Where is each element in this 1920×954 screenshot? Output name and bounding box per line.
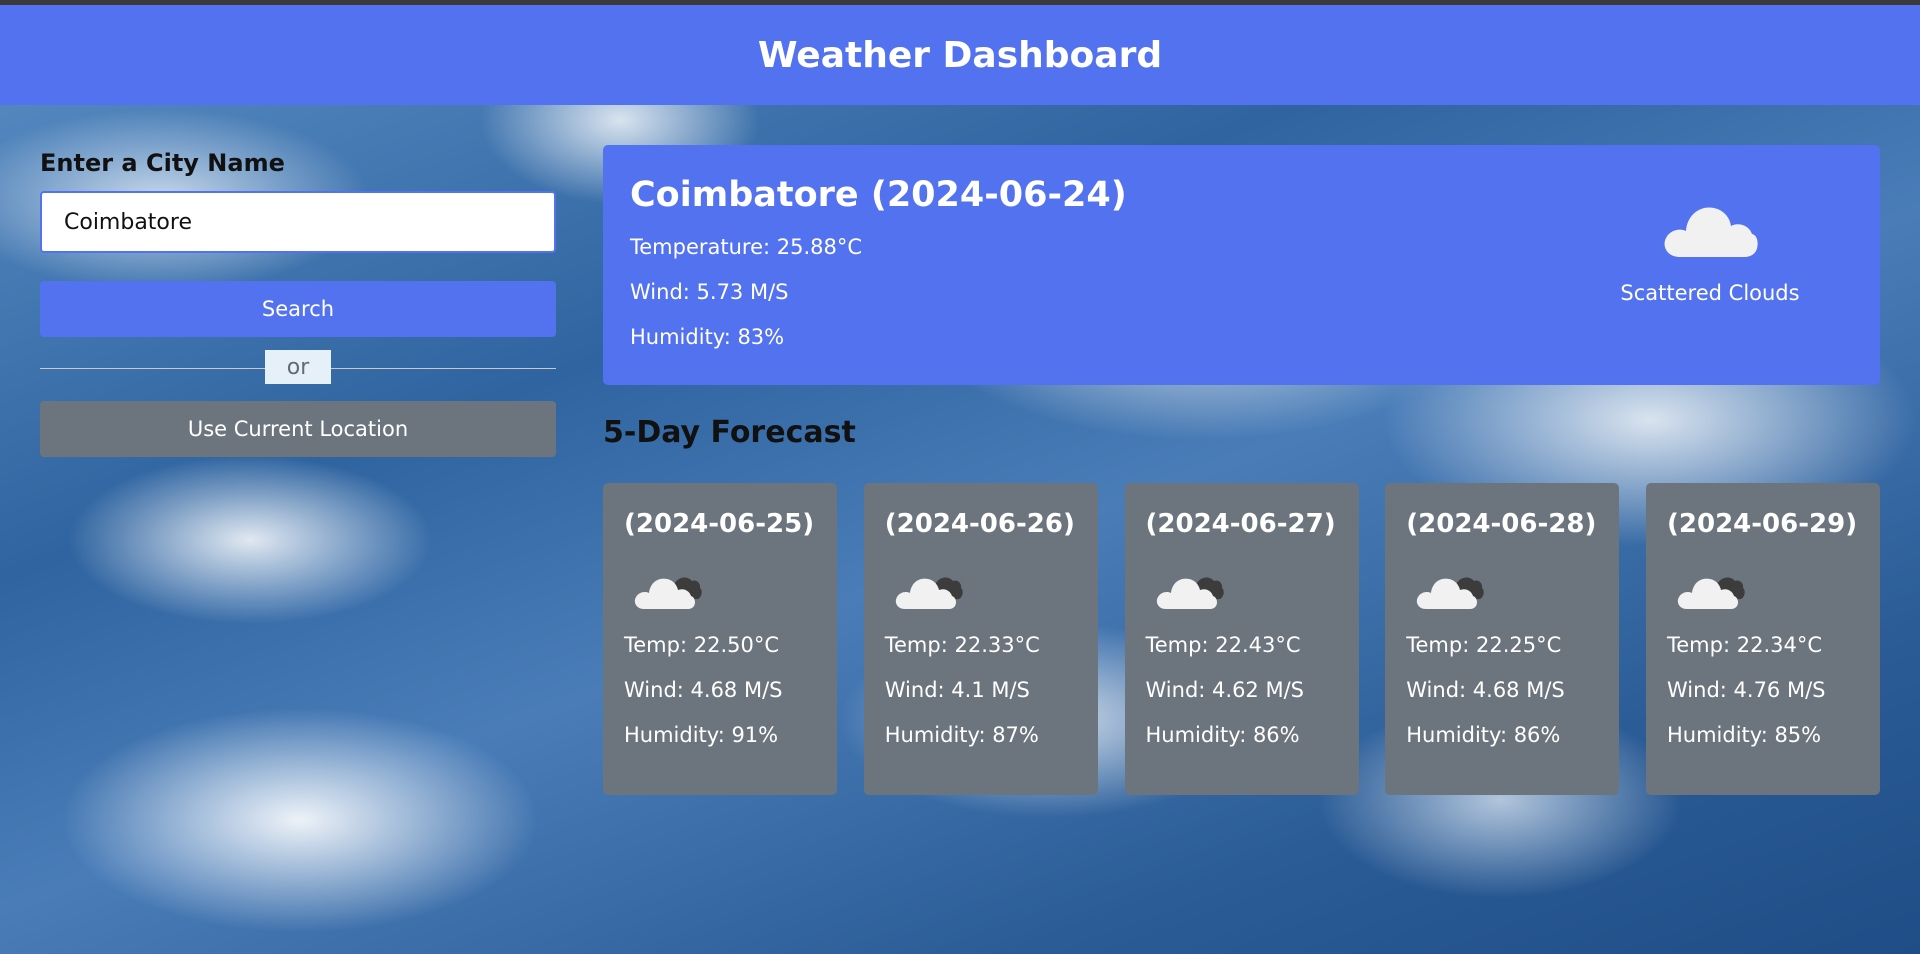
forecast-wind: Wind: 4.68 M/S [624,678,783,702]
forecast-temp: Temp: 22.34°C [1667,633,1822,657]
scattered-clouds-icon [1664,207,1758,257]
current-weather-card: Coimbatore (2024-06-24) Temperature: 25.… [603,145,1880,385]
forecast-temp: Temp: 22.33°C [884,633,1040,657]
forecast-cards: (2024-06-25) Temp: 22.50°C Wind: 4.68 M/… [603,483,1880,795]
forecast-date: (2024-06-28) [1406,509,1597,539]
forecast-wind: Wind: 4.1 M/S [884,678,1030,702]
current-city-date: Coimbatore (2024-06-24) [630,175,1127,215]
broken-clouds-icon [1677,577,1745,609]
forecast-wind: Wind: 4.68 M/S [1406,678,1565,702]
forecast-humidity: Humidity: 86% [1406,723,1561,747]
city-input-label: Enter a City Name [40,149,285,177]
forecast-temp: Temp: 22.43°C [1145,633,1301,657]
forecast-temp: Temp: 22.25°C [1406,633,1562,657]
app-header: Weather Dashboard [0,5,1920,105]
search-button[interactable]: Search [40,281,556,337]
broken-clouds-icon [634,577,702,609]
forecast-card: (2024-06-26) Temp: 22.33°C Wind: 4.1 M/S… [863,483,1098,795]
divider-text: or [265,350,331,384]
broken-clouds-icon [895,577,963,609]
current-wind: Wind: 5.73 M/S [630,280,789,304]
forecast-card: (2024-06-29) Temp: 22.34°C Wind: 4.76 M/… [1646,483,1880,795]
forecast-temp: Temp: 22.50°C [624,633,779,657]
forecast-date: (2024-06-25) [624,509,815,539]
search-panel: Enter a City Name Search or Use Current … [40,145,556,457]
broken-clouds-icon [1417,577,1484,609]
forecast-heading: 5-Day Forecast [603,415,856,450]
forecast-date: (2024-06-26) [884,509,1075,539]
broken-clouds-icon [1156,577,1224,609]
forecast-humidity: Humidity: 91% [624,723,779,747]
forecast-humidity: Humidity: 86% [1145,723,1300,747]
forecast-card: (2024-06-28) Temp: 22.25°C Wind: 4.68 M/… [1385,483,1620,795]
forecast-wind: Wind: 4.76 M/S [1667,678,1826,702]
current-temperature: Temperature: 25.88°C [630,235,863,259]
page-title: Weather Dashboard [757,34,1163,76]
use-current-location-button[interactable]: Use Current Location [40,401,556,457]
forecast-humidity: Humidity: 87% [884,723,1039,747]
current-condition: Scattered Clouds [1600,195,1820,305]
current-humidity: Humidity: 83% [630,325,785,349]
forecast-humidity: Humidity: 85% [1667,723,1822,747]
current-description: Scattered Clouds [1620,281,1800,305]
forecast-card: (2024-06-25) Temp: 22.50°C Wind: 4.68 M/… [603,483,837,795]
forecast-date: (2024-06-29) [1667,509,1858,539]
forecast-date: (2024-06-27) [1145,509,1336,539]
or-divider: or [40,343,556,393]
current-weather-details: Coimbatore (2024-06-24) Temperature: 25.… [630,175,1127,370]
forecast-card: (2024-06-27) Temp: 22.43°C Wind: 4.62 M/… [1124,483,1359,795]
forecast-wind: Wind: 4.62 M/S [1145,678,1304,702]
city-search-input[interactable] [40,191,556,253]
